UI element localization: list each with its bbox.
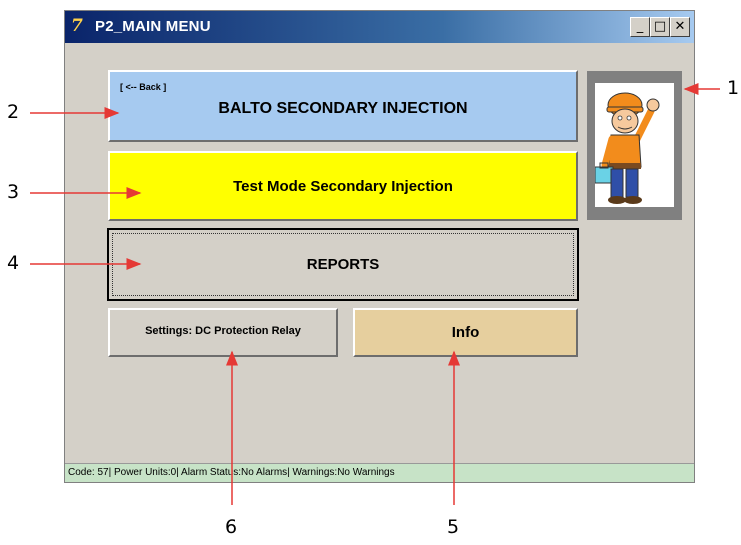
- callout-number-5: 5: [447, 516, 460, 538]
- callout-number-4: 4: [7, 252, 20, 274]
- callout-number-3: 3: [7, 181, 20, 203]
- callout-number-1: 1: [727, 77, 740, 99]
- callout-number-2: 2: [7, 101, 20, 123]
- callout-arrows: [30, 83, 720, 505]
- callout-number-6: 6: [225, 516, 238, 538]
